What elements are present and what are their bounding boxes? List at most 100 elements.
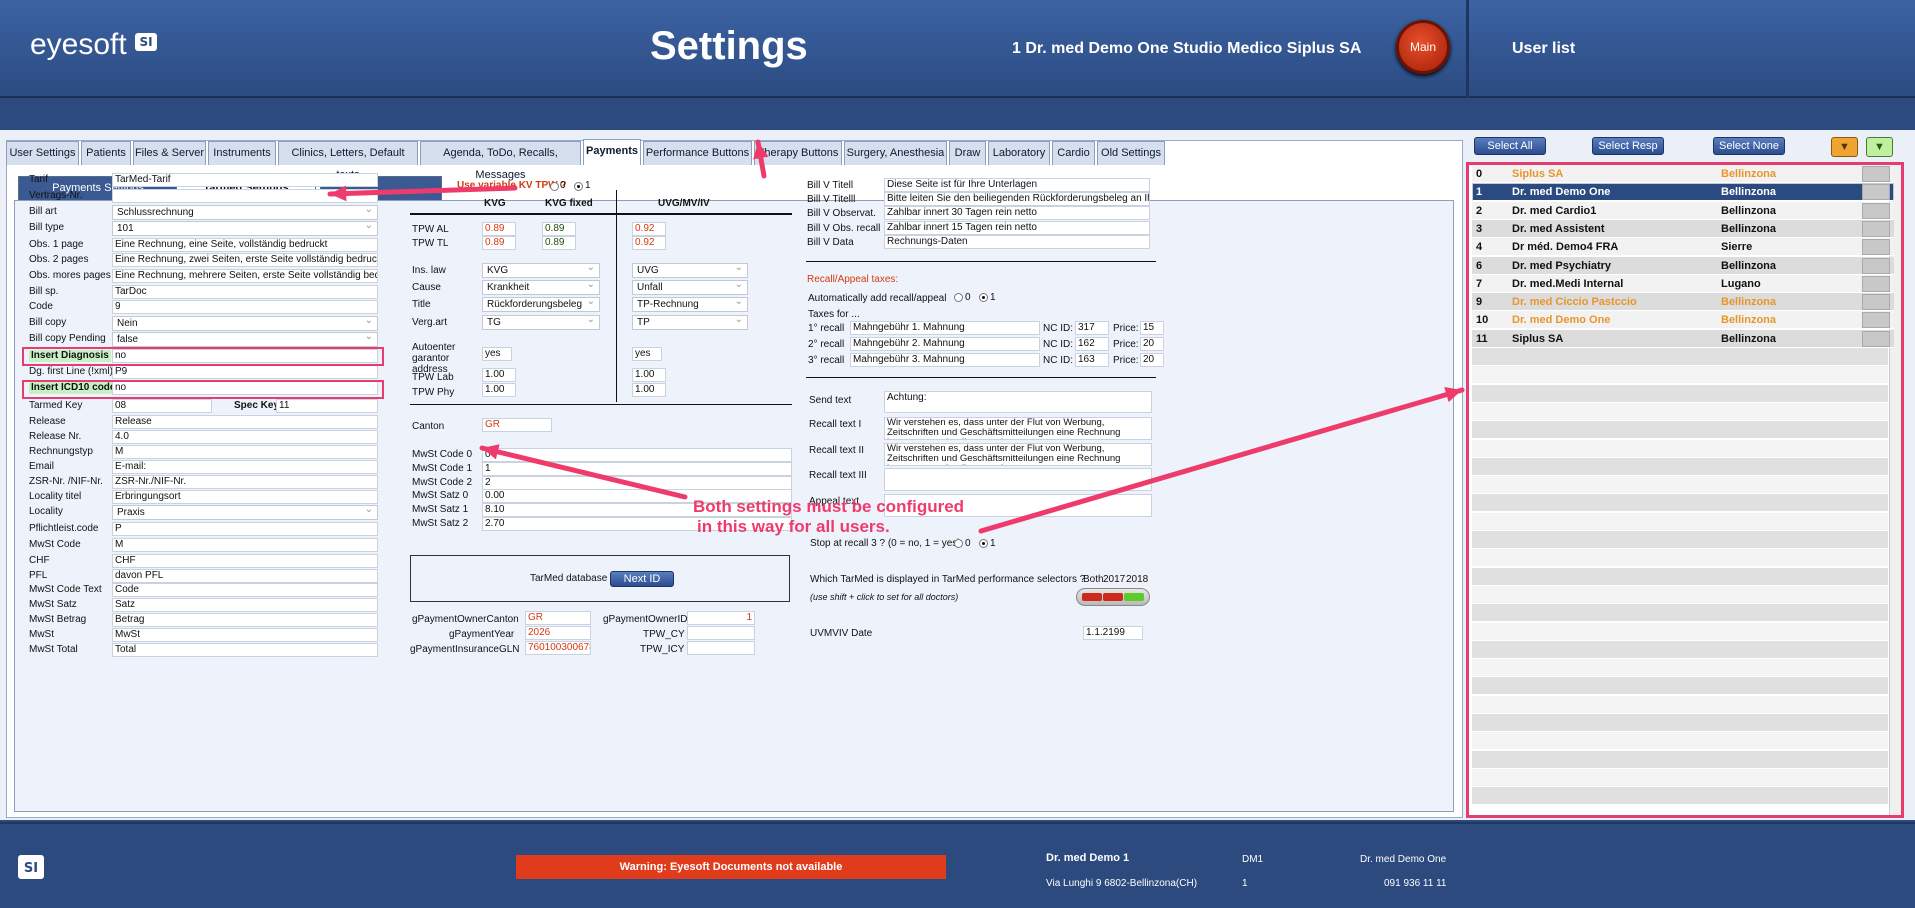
field-mwst_code1[interactable]: 1 [482, 462, 792, 476]
field-release_nr[interactable]: 4.0 [112, 430, 378, 444]
field-tpw_lab-kvg[interactable]: 1.00 [482, 368, 516, 382]
recall-price-1[interactable]: 20 [1140, 337, 1164, 351]
select-title-kvg[interactable]: Rückforderungsbeleg [482, 295, 600, 312]
field-insurance_gln[interactable]: 7601003006780 [525, 641, 591, 655]
field-chf[interactable]: CHF [112, 554, 378, 568]
main-button[interactable]: Main [1396, 20, 1450, 74]
tab-cardio[interactable]: Cardio [1052, 141, 1095, 165]
orange-down-button[interactable]: ▼ [1831, 137, 1858, 157]
field-bill_v_obs_recall[interactable]: Zahlbar innert 15 Tagen rein netto [884, 221, 1150, 235]
user-checkbox[interactable] [1862, 184, 1890, 201]
user-checkbox[interactable] [1862, 312, 1890, 329]
field-code[interactable]: 9 [112, 300, 378, 314]
field-canton[interactable]: GR [482, 418, 552, 432]
select-verg-kvg[interactable]: TG [482, 313, 600, 330]
tab-clinics-letters-default-texts[interactable]: Clinics, Letters, Default texts [278, 141, 418, 181]
field-mwst_betrag[interactable]: Betrag [112, 613, 378, 627]
field-bill_type[interactable]: 101 [112, 219, 378, 236]
tab-old-settings[interactable]: Old Settings [1097, 141, 1165, 165]
recall-nc-1[interactable]: 162 [1075, 337, 1109, 351]
field-pflicht[interactable]: P [112, 522, 378, 536]
tab-therapy-buttons[interactable]: Therapy Buttons [754, 141, 842, 165]
field-release[interactable]: Release [112, 415, 378, 429]
recall-price-2[interactable]: 20 [1140, 353, 1164, 367]
field-send_text[interactable]: Achtung: [884, 391, 1152, 413]
select-resp-button[interactable]: Select Resp [1592, 137, 1664, 155]
field-spec_key[interactable]: 11 [276, 399, 378, 413]
recall-text-1[interactable]: Mahngebühr 2. Mahnung [850, 337, 1040, 351]
auto-add-radio-1[interactable] [979, 293, 988, 302]
field-bill_copy[interactable]: Nein [112, 314, 378, 331]
user-checkbox[interactable] [1862, 239, 1890, 256]
select-all-button[interactable]: Select All [1474, 137, 1546, 155]
field-bill_art[interactable]: Schlussrechnung [112, 203, 378, 220]
field-tpw_al-fixed[interactable]: 0.89 [542, 222, 576, 236]
field-tpw_tl-kvg[interactable]: 0.89 [482, 236, 516, 250]
field-bill_v_titell[interactable]: Diese Seite ist für Ihre Unterlagen [884, 178, 1150, 192]
recall-nc-2[interactable]: 163 [1075, 353, 1109, 367]
field-email[interactable]: E-mail: [112, 460, 378, 474]
field-dg_first[interactable]: P9 [112, 365, 378, 379]
field-mwst_code2[interactable]: 2 [482, 476, 792, 490]
field-autoenter-uvg[interactable]: yes [632, 347, 662, 361]
field-tpw_icy[interactable] [687, 641, 755, 655]
user-checkbox[interactable] [1862, 166, 1890, 182]
select-title-uvg[interactable]: TP-Rechnung [632, 295, 748, 312]
field-recall_text_iii[interactable] [884, 468, 1152, 491]
user-checkbox[interactable] [1862, 257, 1890, 274]
tab-performance-buttons[interactable]: Performance Buttons [643, 141, 752, 165]
field-pfl[interactable]: davon PFL [112, 569, 378, 583]
field-bill_copy_pending[interactable]: false [112, 330, 378, 347]
field-tarif[interactable]: TarMed-Tarif [112, 173, 378, 187]
field-mwst_code[interactable]: M [112, 538, 378, 552]
field-tpw_cy[interactable] [687, 626, 755, 640]
radio-0[interactable] [550, 182, 559, 191]
user-checkbox[interactable] [1862, 220, 1890, 237]
field-payment_year[interactable]: 2026 [525, 626, 591, 640]
field-mwst_satz[interactable]: Satz [112, 598, 378, 612]
tab-files-server[interactable]: Files & Server [133, 141, 206, 165]
field-mwst_code_text[interactable]: Code [112, 583, 378, 597]
field-recall_text_ii[interactable]: Wir verstehen es, dass unter der Flut vo… [884, 443, 1152, 466]
field-tpw_al-uvg[interactable]: 0.92 [632, 222, 666, 236]
next-id-button[interactable]: Next ID [610, 571, 674, 587]
field-tpw_phy-uvg[interactable]: 1.00 [632, 383, 666, 397]
field-owner_canton[interactable]: GR [525, 611, 591, 625]
tab-surgery-anesthesia[interactable]: Surgery, Anesthesia [844, 141, 947, 165]
auto-add-radio-0[interactable] [954, 293, 963, 302]
tab-patients[interactable]: Patients [81, 141, 131, 165]
select-verg-uvg[interactable]: TP [632, 313, 748, 330]
field-tpw_tl-fixed[interactable]: 0.89 [542, 236, 576, 250]
select-ins_law-kvg[interactable]: KVG [482, 261, 600, 278]
field-mwst_total[interactable]: Total [112, 643, 378, 657]
recall-text-0[interactable]: Mahngebühr 1. Mahnung [850, 321, 1040, 335]
stop-radio-0[interactable] [954, 539, 963, 548]
field-tpw_phy-kvg[interactable]: 1.00 [482, 383, 516, 397]
tab-payments[interactable]: Payments [583, 139, 641, 165]
field-zsr[interactable]: ZSR-Nr./NIF-Nr. [112, 475, 378, 489]
field-bill_v_data[interactable]: Rechnungs-Daten [884, 235, 1150, 249]
user-checkbox[interactable] [1862, 294, 1890, 311]
recall-price-0[interactable]: 15 [1140, 321, 1164, 335]
field-obs_more[interactable]: Eine Rechnung, mehrere Seiten, erste Sei… [112, 269, 378, 283]
field-mwst_code0[interactable]: 0 [482, 448, 792, 462]
field-owner_id[interactable]: 1 [687, 611, 755, 625]
tab-agenda-todo-recalls-messages[interactable]: Agenda, ToDo, Recalls, Messages [420, 141, 581, 181]
field-mwst[interactable]: MwSt [112, 628, 378, 642]
tab-user-settings[interactable]: User Settings [6, 141, 79, 165]
recall-text-2[interactable]: Mahngebühr 3. Mahnung [850, 353, 1040, 367]
field-recall_text_i[interactable]: Wir verstehen es, dass unter der Flut vo… [884, 417, 1152, 440]
field-locality_titel[interactable]: Erbringungsort [112, 490, 378, 504]
field-bill_v_titelll[interactable]: Bitte leiten Sie den beiliegenden Rückfo… [884, 192, 1150, 206]
field-rechnungstyp[interactable]: M [112, 445, 378, 459]
recall-nc-0[interactable]: 317 [1075, 321, 1109, 335]
field-bill_v_observat[interactable]: Zahlbar innert 30 Tagen rein netto [884, 206, 1150, 220]
green-down-button[interactable]: ▼ [1866, 137, 1893, 157]
select-cause-uvg[interactable]: Unfall [632, 278, 748, 295]
field-tarmed_key[interactable]: 08 [112, 399, 212, 413]
field-autoenter-kvg[interactable]: yes [482, 347, 512, 361]
field-locality[interactable]: Praxis [112, 503, 378, 520]
user-checkbox[interactable] [1862, 275, 1890, 292]
field-tpw_tl-uvg[interactable]: 0.92 [632, 236, 666, 250]
tab-draw[interactable]: Draw [949, 141, 986, 165]
